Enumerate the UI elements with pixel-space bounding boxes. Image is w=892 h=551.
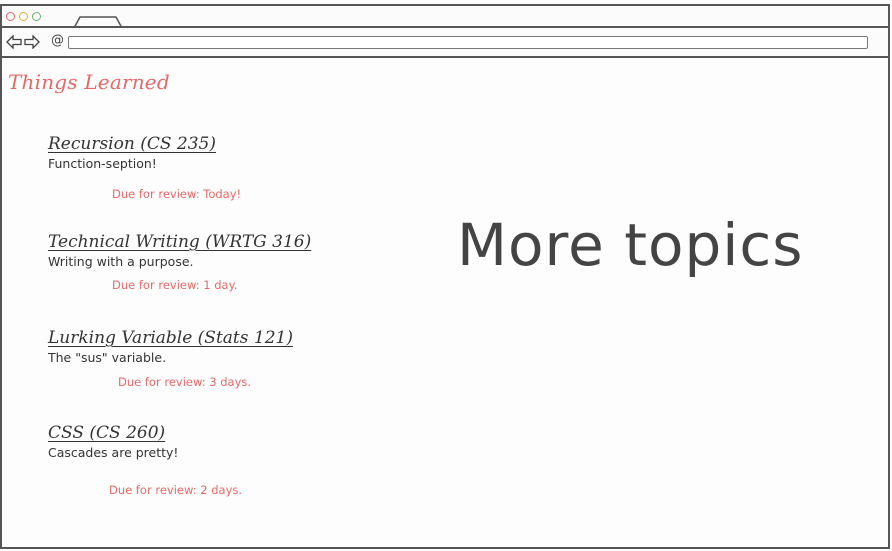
page-title: Things Learned: [8, 70, 170, 94]
topic-heading-link[interactable]: Technical Writing (WRTG 316): [48, 232, 311, 252]
forward-arrow-icon[interactable]: [24, 35, 40, 49]
at-sign-icon: @: [51, 33, 64, 48]
topic-description: The "sus" variable.: [48, 350, 167, 365]
minimize-dot-icon[interactable]: [19, 12, 28, 21]
topic-due-label: Due for review: 3 days.: [118, 375, 252, 389]
topic-heading-link[interactable]: Recursion (CS 235): [48, 134, 216, 154]
address-bar-row: @: [2, 28, 888, 58]
url-input[interactable]: [68, 36, 868, 49]
topic-due-label: Due for review: 2 days.: [109, 483, 243, 497]
topic-description: Cascades are pretty!: [48, 445, 179, 460]
topic-description: Function-seption!: [48, 156, 157, 171]
topic-card: Recursion (CS 235) Function-seption!: [48, 134, 216, 171]
close-dot-icon[interactable]: [6, 12, 15, 21]
back-arrow-icon[interactable]: [6, 35, 22, 49]
topic-card: Lurking Variable (Stats 121) The "sus" v…: [48, 328, 293, 365]
topic-description: Writing with a purpose.: [48, 254, 194, 269]
more-topics-link[interactable]: More topics: [457, 211, 803, 279]
title-bar: [2, 6, 888, 28]
topic-due-label: Due for review: 1 day.: [112, 278, 238, 292]
topic-heading-link[interactable]: CSS (CS 260): [48, 423, 178, 443]
topic-heading-link[interactable]: Lurking Variable (Stats 121): [48, 328, 293, 348]
browser-tab[interactable]: [74, 16, 122, 28]
maximize-dot-icon[interactable]: [32, 12, 41, 21]
topic-card: Technical Writing (WRTG 316) Writing wit…: [48, 232, 311, 269]
topic-due-label: Due for review: Today!: [112, 187, 242, 201]
browser-window: @ Things Learned Recursion (CS 235) Func…: [0, 4, 890, 549]
topic-card: CSS (CS 260) Cascades are pretty!: [48, 423, 178, 460]
